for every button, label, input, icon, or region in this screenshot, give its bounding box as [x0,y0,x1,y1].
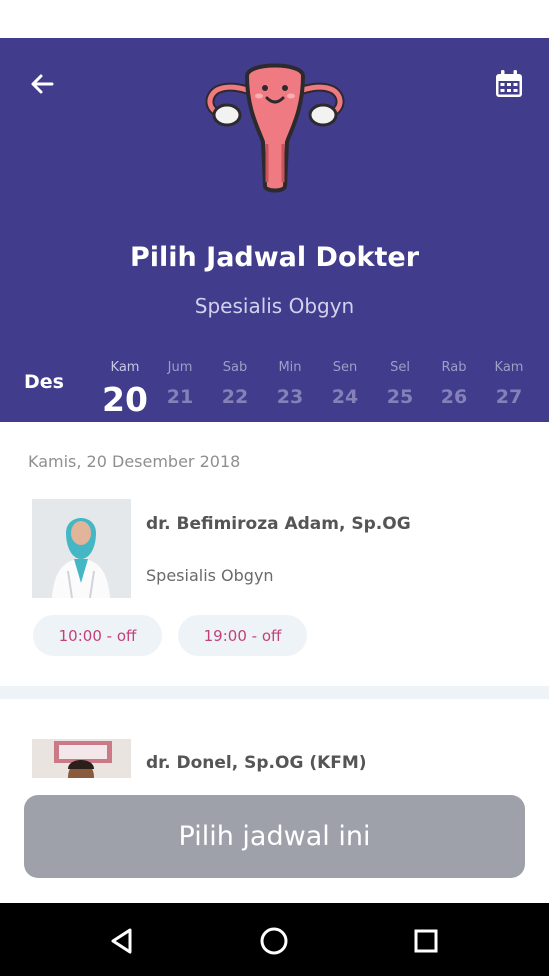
header: Pilih Jadwal Dokter Spesialis Obgyn Des … [0,38,549,422]
uterus-illustration [205,63,345,193]
page-title: Pilih Jadwal Dokter [129,242,420,273]
status-bar [0,0,549,38]
square-recents-icon [414,929,438,953]
date-weekday: Jum [167,360,193,375]
select-schedule-button[interactable]: Pilih jadwal ini [24,795,525,878]
date-number: 27 [495,386,523,408]
section-divider [0,686,549,699]
date-number: 22 [221,386,249,408]
date-item-22[interactable]: Sab 22 [208,360,262,408]
nav-recents-button[interactable] [404,919,448,963]
date-weekday: Kam [494,360,524,375]
doctor-name: dr. Donel, Sp.OG (KFM) [146,753,367,773]
date-number: 26 [440,386,468,408]
date-weekday: Sen [332,360,358,375]
circle-home-icon [260,927,288,955]
date-item-21[interactable]: Jum 21 [153,360,207,408]
system-navigation-bar [0,903,549,976]
date-number: 23 [276,386,304,408]
date-number: 25 [386,386,414,408]
back-button[interactable] [24,66,60,102]
date-heading: Kamis, 20 Desember 2018 [28,452,241,471]
doctor-name: dr. Befimiroza Adam, Sp.OG [146,514,411,534]
page-subtitle: Spesialis Obgyn [194,294,355,318]
nav-home-button[interactable] [252,919,296,963]
month-label: Des [24,371,64,393]
doctor-specialty: Spesialis Obgyn [146,566,274,585]
calendar-icon [496,70,522,97]
calendar-button[interactable] [489,64,529,104]
date-number: 21 [166,386,194,408]
date-item-24[interactable]: Sen 24 [318,360,372,408]
bottom-action-bar: Pilih jadwal ini [0,778,549,903]
date-number: 20 [102,380,148,419]
date-number: 24 [331,386,359,408]
date-weekday: Sab [222,360,248,375]
date-item-25[interactable]: Sel 25 [373,360,427,408]
time-slot-button[interactable]: 10:00 - off [33,615,162,656]
doctor-photo [32,499,131,598]
date-weekday: Rab [441,360,467,375]
time-slot-button[interactable]: 19:00 - off [178,615,307,656]
date-item-27[interactable]: Kam 27 [482,360,536,408]
date-weekday: Min [278,360,302,375]
date-weekday: Kam [110,360,140,375]
date-item-20[interactable]: Kam 20 [98,360,152,418]
date-item-26[interactable]: Rab 26 [427,360,481,408]
date-item-23[interactable]: Min 23 [263,360,317,408]
arrow-left-icon [31,74,54,94]
triangle-back-icon [111,928,132,954]
doctor-avatar [32,499,131,598]
nav-back-button[interactable] [100,919,144,963]
date-weekday: Sel [390,360,410,375]
